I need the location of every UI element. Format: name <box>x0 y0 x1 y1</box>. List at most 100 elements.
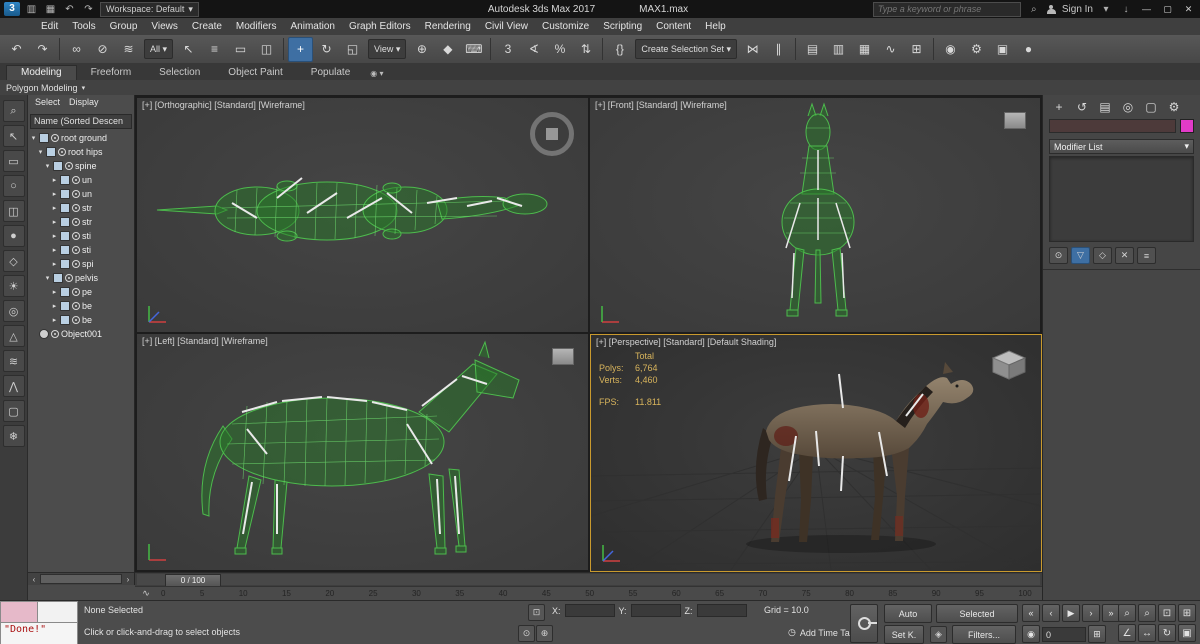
viewport-label[interactable]: [+] [Perspective] [Standard] [Default Sh… <box>596 337 776 347</box>
expand-arrow-icon[interactable]: ▸ <box>51 260 58 268</box>
modifier-stack[interactable] <box>1049 156 1194 242</box>
rect-region-filter-icon[interactable]: ▭ <box>2 150 25 172</box>
visibility-eye-icon[interactable] <box>72 288 80 296</box>
viewcube[interactable] <box>991 349 1027 386</box>
current-frame-field[interactable]: 0 <box>1042 626 1086 642</box>
menu-item[interactable]: Edit <box>34 21 65 32</box>
open-file-icon[interactable]: ▥ <box>24 4 39 15</box>
tree-item[interactable]: ▾ spine <box>28 159 134 173</box>
schematic-view-icon[interactable]: ⊞ <box>904 37 929 62</box>
auto-key-button[interactable]: Auto <box>884 604 932 623</box>
set-key-button[interactable]: Set K. <box>884 625 924 644</box>
offset-mode-icon[interactable]: ⊕ <box>536 625 553 642</box>
containers-filter-icon[interactable]: ▢ <box>2 400 25 422</box>
expand-arrow-icon[interactable]: ▸ <box>51 190 58 198</box>
motion-tab-icon[interactable]: ◎ <box>1120 99 1136 114</box>
orbit-icon[interactable]: ↻ <box>1158 624 1176 642</box>
visibility-eye-icon[interactable] <box>65 162 73 170</box>
remove-modifier-icon[interactable]: ✕ <box>1115 247 1134 264</box>
next-frame-button[interactable]: › <box>1082 604 1100 622</box>
expand-arrow-icon[interactable]: ▸ <box>51 232 58 240</box>
lasso-region-filter-icon[interactable]: ○ <box>2 175 25 197</box>
z-coordinate-field[interactable] <box>696 604 747 617</box>
expand-arrow-icon[interactable]: ▸ <box>51 176 58 184</box>
modify-tab-icon[interactable]: ↺ <box>1074 99 1090 114</box>
frame-tick-label[interactable]: 60 <box>672 589 681 598</box>
toolbar-separator[interactable] <box>602 38 604 60</box>
viewport-orthographic[interactable]: [+] [Orthographic] [Standard] [Wireframe… <box>137 98 588 332</box>
x-coordinate-field[interactable] <box>564 604 615 617</box>
communication-center-icon[interactable]: ↓ <box>1119 4 1133 15</box>
object-color-swatch[interactable] <box>1180 119 1194 133</box>
frame-tick-label[interactable]: 20 <box>325 589 334 598</box>
rendered-frame-icon[interactable]: ▣ <box>990 37 1015 62</box>
visibility-eye-icon[interactable] <box>72 204 80 212</box>
menu-item[interactable]: Modifiers <box>229 21 284 32</box>
expand-arrow-icon[interactable]: ▸ <box>51 218 58 226</box>
tree-item[interactable]: ▾ pelvis <box>28 271 134 285</box>
menu-item[interactable]: Views <box>144 21 185 32</box>
frame-tick-label[interactable]: 95 <box>975 589 984 598</box>
y-coordinate-field[interactable] <box>630 604 681 617</box>
material-editor-icon[interactable]: ◉ <box>938 37 963 62</box>
make-unique-icon[interactable]: ◇ <box>1093 247 1112 264</box>
mirror-icon[interactable]: ⋈ <box>740 37 765 62</box>
frame-tick-label[interactable]: 45 <box>542 589 551 598</box>
keyboard-override-icon[interactable]: ⌨ <box>461 37 486 62</box>
viewport-label[interactable]: [+] [Front] [Standard] [Wireframe] <box>595 100 727 110</box>
scroll-left-icon[interactable]: ‹ <box>30 575 38 584</box>
redo-icon[interactable]: ↷ <box>30 37 55 62</box>
window-crossing-icon[interactable]: ◫ <box>254 37 279 62</box>
scroll-right-icon[interactable]: › <box>124 575 132 584</box>
close-button[interactable]: ✕ <box>1181 4 1196 15</box>
expand-arrow-icon[interactable]: ▸ <box>51 316 58 324</box>
use-pivot-center-icon[interactable]: ⊕ <box>409 37 434 62</box>
select-and-rotate-icon[interactable]: ↻ <box>314 37 339 62</box>
zoom-extents-all-icon[interactable]: ⊞ <box>1178 604 1196 622</box>
visibility-eye-icon[interactable] <box>72 316 80 324</box>
frame-tick-label[interactable]: 15 <box>282 589 291 598</box>
redo-quick-icon[interactable]: ↷ <box>81 4 96 15</box>
object-name-field[interactable] <box>1049 119 1176 133</box>
visibility-eye-icon[interactable] <box>72 190 80 198</box>
tree-item[interactable]: ▸ sti <box>28 229 134 243</box>
frame-tick-label[interactable]: 25 <box>369 589 378 598</box>
key-filters-button[interactable]: Filters... <box>952 625 1016 644</box>
frame-tick-label[interactable]: 90 <box>932 589 941 598</box>
expand-arrow-icon[interactable]: ▾ <box>30 134 37 142</box>
minimize-button[interactable]: — <box>1139 4 1154 14</box>
viewport-label[interactable]: [+] [Orthographic] [Standard] [Wireframe… <box>142 100 305 110</box>
zoom-icon[interactable]: ⌕ <box>1118 604 1136 622</box>
explorer-name-column-header[interactable]: Name (Sorted Descen <box>30 114 132 129</box>
frame-tick-label[interactable]: 65 <box>715 589 724 598</box>
expand-arrow-icon[interactable]: ▸ <box>51 288 58 296</box>
listener-pane[interactable] <box>38 601 78 623</box>
curve-editor-icon[interactable]: ∿ <box>878 37 903 62</box>
toggle-set-key-mode-button[interactable] <box>850 604 878 643</box>
explorer-menu-item[interactable]: Select <box>32 97 63 111</box>
explorer-find-icon[interactable]: ⌕ <box>2 100 25 122</box>
toolbar-separator[interactable] <box>794 38 796 60</box>
expand-arrow-icon[interactable]: ▸ <box>51 302 58 310</box>
zoom-all-icon[interactable]: ⌕ <box>1138 604 1156 622</box>
pan-icon[interactable]: ↔ <box>1138 624 1156 642</box>
visibility-eye-icon[interactable] <box>72 246 80 254</box>
scene-explorer-toggle-icon[interactable]: ▥ <box>826 37 851 62</box>
frame-tick-label[interactable]: 50 <box>585 589 594 598</box>
named-selection-sets-icon[interactable]: {} <box>607 37 632 62</box>
spinner-snap-icon[interactable]: ⇅ <box>573 37 598 62</box>
workspace-dropdown[interactable]: Workspace: Default ▾ <box>100 1 199 17</box>
listener-output[interactable]: "Done!" <box>0 623 78 644</box>
viewport-left[interactable]: [+] [Left] [Standard] [Wireframe] <box>137 334 588 570</box>
expand-arrow-icon[interactable]: ▾ <box>44 274 51 282</box>
menu-item[interactable]: Help <box>698 21 733 32</box>
snaps-toggle-icon[interactable]: 3 <box>495 37 520 62</box>
menu-item[interactable]: Create <box>185 21 229 32</box>
show-end-result-icon[interactable]: ▽ <box>1071 247 1090 264</box>
isolate-selection-icon[interactable]: ⊙ <box>518 625 535 642</box>
tree-item[interactable]: ▸ un <box>28 173 134 187</box>
modifier-list-dropdown[interactable]: Modifier List ▾ <box>1049 139 1194 154</box>
explorer-menu-item[interactable]: Display <box>66 97 102 111</box>
tree-item[interactable]: ▸ be <box>28 313 134 327</box>
time-slider-track[interactable]: 0 / 100 <box>137 574 1040 587</box>
